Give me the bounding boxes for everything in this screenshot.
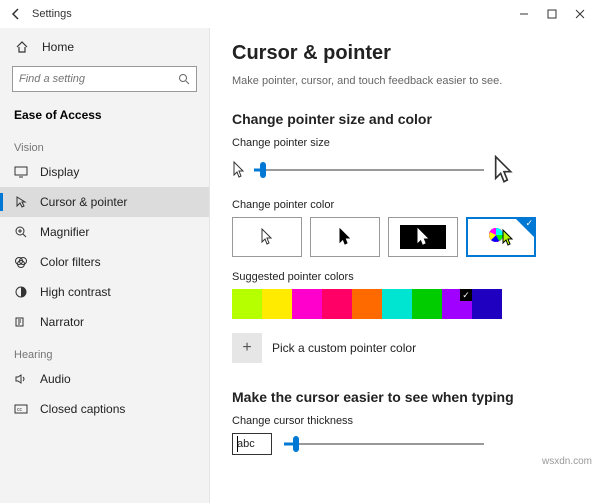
color-swatch[interactable] [322,289,352,319]
sidebar: Home Ease of Access Vision Display Curso… [0,28,210,503]
color-swatch[interactable] [472,289,502,319]
group-header-vision: Vision [0,130,209,157]
search-box[interactable] [12,66,197,92]
nav-magnifier[interactable]: Magnifier [0,217,209,247]
custom-color-label: Pick a custom pointer color [272,341,416,355]
section-heading-cursor: Make the cursor easier to see when typin… [232,389,578,405]
home-icon [14,39,30,55]
search-input[interactable] [19,73,178,85]
nav-label: Cursor & pointer [40,195,127,209]
color-swatch[interactable] [292,289,322,319]
audio-icon [14,372,28,386]
nav-label: Magnifier [40,225,89,239]
color-swatch[interactable] [352,289,382,319]
pointer-color-options: ✓ [232,217,578,257]
nav-label: Color filters [40,255,101,269]
custom-color-button[interactable]: + [232,333,262,363]
nav-label: Display [40,165,79,179]
page-description: Make pointer, cursor, and touch feedback… [232,75,578,87]
nav-closed-captions[interactable]: cc Closed captions [0,394,209,424]
color-swatch[interactable] [382,289,412,319]
nav-label: Closed captions [40,402,125,416]
display-icon [14,165,28,179]
watermark: wsxdn.com [542,456,592,467]
cursor-thickness-label: Change cursor thickness [232,415,578,427]
app-title: Settings [32,8,510,20]
cursor-small-icon [232,161,246,179]
pointer-size-slider[interactable] [254,161,484,179]
maximize-button[interactable] [538,0,566,28]
color-filters-icon [14,255,28,269]
nav-label: Audio [40,372,71,386]
section-heading-size-color: Change pointer size and color [232,111,578,127]
cc-icon: cc [14,402,28,416]
nav-display[interactable]: Display [0,157,209,187]
pointer-color-custom[interactable]: ✓ [466,217,536,257]
pointer-color-white[interactable] [232,217,302,257]
home-label: Home [42,40,74,54]
nav-color-filters[interactable]: Color filters [0,247,209,277]
breadcrumb: Ease of Access [0,100,209,130]
contrast-icon [14,285,28,299]
cursor-thickness-slider[interactable] [284,435,484,453]
svg-text:cc: cc [17,407,23,413]
nav-cursor-pointer[interactable]: Cursor & pointer [0,187,209,217]
window-controls [510,0,594,28]
color-swatch[interactable] [262,289,292,319]
suggested-colors-label: Suggested pointer colors [232,271,578,283]
color-swatch[interactable]: ✓ [442,289,472,319]
titlebar: Settings [0,0,600,28]
narrator-icon [14,315,28,329]
check-icon: ✓ [460,289,472,301]
main-content: Cursor & pointer Make pointer, cursor, a… [210,28,600,503]
search-icon [178,73,190,85]
pointer-size-label: Change pointer size [232,137,578,149]
cursor-preview-text: abc [237,438,255,450]
nav-label: High contrast [40,285,111,299]
minimize-button[interactable] [510,0,538,28]
close-button[interactable] [566,0,594,28]
home-link[interactable]: Home [0,32,209,62]
nav-narrator[interactable]: Narrator [0,307,209,337]
cursor-preview-box: abc [232,433,272,455]
color-swatch[interactable] [412,289,442,319]
check-icon: ✓ [525,218,533,229]
group-header-hearing: Hearing [0,337,209,364]
suggested-colors: ✓ [232,289,578,319]
pointer-color-inverted[interactable] [388,217,458,257]
cursor-large-icon [492,155,516,185]
nav-high-contrast[interactable]: High contrast [0,277,209,307]
magnifier-icon [14,225,28,239]
color-swatch[interactable] [232,289,262,319]
page-title: Cursor & pointer [232,42,578,65]
nav-label: Narrator [40,315,84,329]
pointer-color-black[interactable] [310,217,380,257]
nav-audio[interactable]: Audio [0,364,209,394]
pointer-color-label: Change pointer color [232,199,578,211]
back-button[interactable] [6,4,26,24]
cursor-icon [14,195,28,209]
